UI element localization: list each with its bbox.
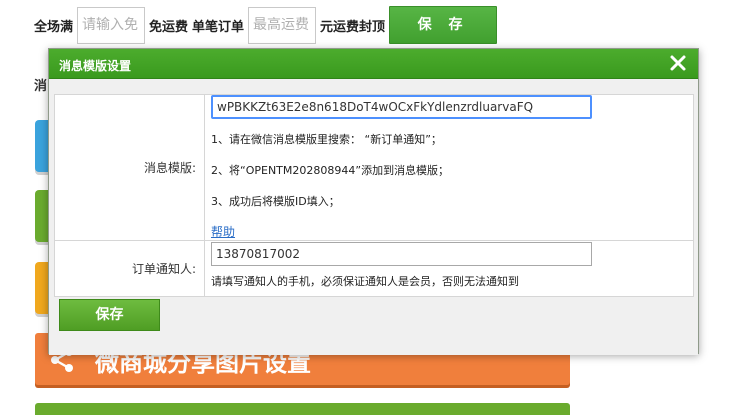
dialog-title: 消息模版设置 <box>59 59 132 73</box>
full-amount-label: 全场满 <box>34 19 74 35</box>
message-template-dialog: 消息模版设置 消息模版: wPBKKZt63E2e8n618DoT4wOCxFk… <box>48 48 699 355</box>
template-settings-form: 消息模版: wPBKKZt63E2e8n618DoT4wOCxFkYdlenzr… <box>54 94 694 297</box>
order-notifier-hint: 请填写通知人的手机，必须保证通知人是会员，否则无法通知到 <box>211 275 519 288</box>
shipping-cap-label: 元运费封顶 <box>320 19 386 35</box>
help-link[interactable]: 帮助 <box>211 225 235 239</box>
notify-row: 订单通知人: 13870817002 请填写通知人的手机，必须保证通知人是会员，… <box>54 240 694 297</box>
free-shipping-threshold-input[interactable]: 请输入免 <box>77 6 146 44</box>
max-shipping-fee-input[interactable]: 最高运费 <box>248 6 317 44</box>
single-order-label: 单笔订单 <box>192 19 245 35</box>
template-step-2: 2、将“OPENTM202808944”添加到消息模版； <box>211 164 450 177</box>
dialog-body: 消息模版: wPBKKZt63E2e8n618DoT4wOCxFkYdlenzr… <box>49 79 698 355</box>
shipping-settings-bar: 全场满 请输入免 免运费 单笔订单 最高运费 元运费封顶 保 存 <box>34 6 498 44</box>
order-notifier-label: 订单通知人: <box>54 240 205 297</box>
template-id-input[interactable]: wPBKKZt63E2e8n618DoT4wOCxFkYdlenzrdluarv… <box>211 95 592 119</box>
close-icon[interactable] <box>668 53 688 73</box>
bottom-green-tile[interactable] <box>35 403 570 415</box>
section-label-fragment: 消 <box>34 79 48 94</box>
dialog-header: 消息模版设置 <box>49 49 698 79</box>
template-step-1: 1、请在微信消息模版里搜索： “新订单通知”； <box>211 133 442 146</box>
free-shipping-label: 免运费 <box>149 19 189 35</box>
template-row: 消息模版: wPBKKZt63E2e8n618DoT4wOCxFkYdlenzr… <box>54 94 694 241</box>
order-notifier-input[interactable]: 13870817002 <box>211 242 592 266</box>
template-id-label: 消息模版: <box>54 94 205 241</box>
template-step-3: 3、成功后将模版ID填入； <box>211 195 340 208</box>
dialog-save-button[interactable]: 保存 <box>59 299 160 331</box>
top-save-button[interactable]: 保 存 <box>389 6 498 44</box>
